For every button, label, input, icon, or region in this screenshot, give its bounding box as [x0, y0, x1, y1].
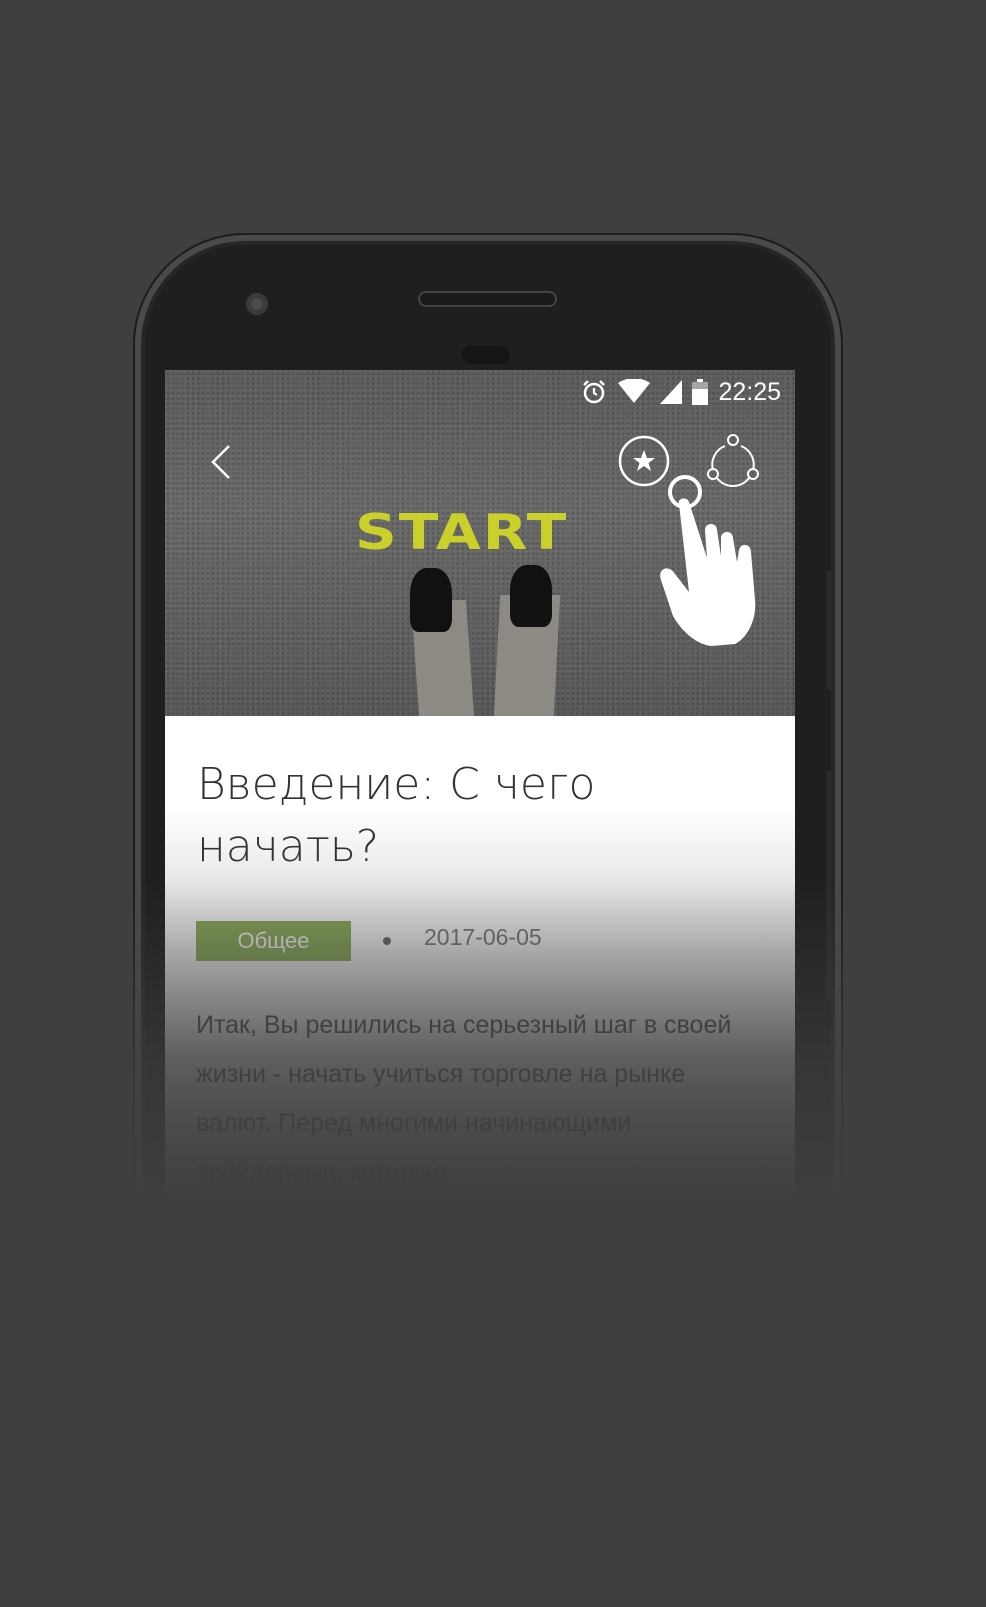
left-shoe	[410, 568, 452, 632]
wifi-icon	[618, 379, 651, 403]
chevron-left-icon[interactable]	[205, 442, 235, 482]
tap-hand-icon	[660, 475, 756, 646]
separator-dot	[383, 937, 391, 945]
article-body: Итак, Вы решились на серьезный шаг в сво…	[196, 1011, 732, 1186]
battery-icon	[692, 379, 709, 405]
proximity-sensor	[462, 346, 510, 364]
earpiece-speaker	[420, 293, 555, 305]
hero-start-text: START	[355, 503, 569, 561]
app-screen: START 22:25 Введение: С чего начать? Общ…	[165, 370, 795, 1607]
article-title: Введение: С чего начать?	[197, 759, 596, 872]
status-time: 22:25	[718, 377, 781, 406]
category-tag[interactable]: Общее	[196, 921, 351, 961]
status-bar: 22:25	[580, 376, 781, 408]
article-date: 2017-06-05	[424, 924, 542, 950]
signal-icon	[660, 380, 683, 404]
hero-image: START 22:25	[165, 370, 795, 716]
volume-button	[826, 770, 832, 1000]
right-shoe	[510, 565, 552, 627]
power-button	[826, 570, 832, 690]
front-camera	[246, 293, 268, 315]
alarm-icon	[583, 380, 606, 404]
